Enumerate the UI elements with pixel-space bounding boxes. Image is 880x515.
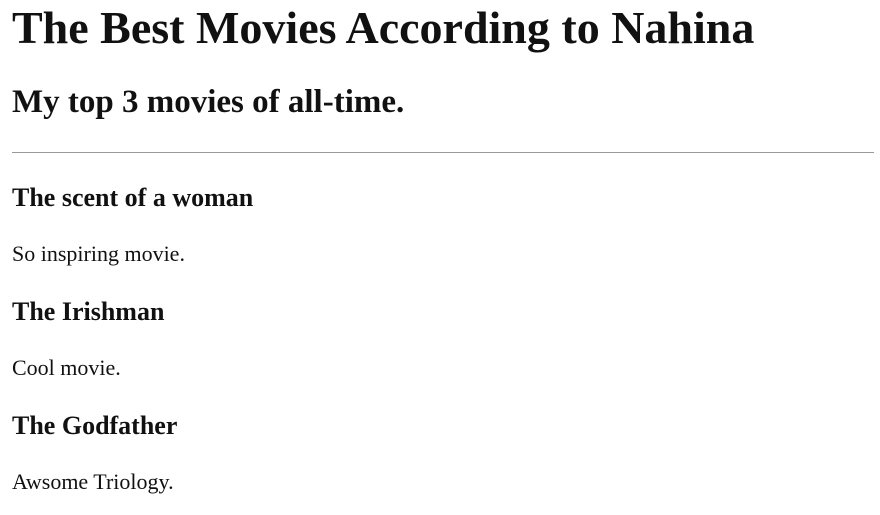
movie-item-3: The Godfather Awsome Triology. xyxy=(12,411,874,495)
page: The Best Movies According to Nahina My t… xyxy=(0,0,880,515)
page-title: The Best Movies According to Nahina xyxy=(12,2,755,53)
movie-title: The scent of a woman xyxy=(12,183,254,212)
movie-description: Awsome Triology. xyxy=(12,469,174,494)
movie-title: The Godfather xyxy=(12,411,178,440)
movie-item-1: The scent of a woman So inspiring movie. xyxy=(12,183,874,267)
movie-title: The Irishman xyxy=(12,297,165,326)
divider xyxy=(12,152,874,153)
movie-item-2: The Irishman Cool movie. xyxy=(12,297,874,381)
movie-description: So inspiring movie. xyxy=(12,241,185,266)
page-subtitle: My top 3 movies of all-time. xyxy=(12,84,405,120)
movie-description: Cool movie. xyxy=(12,355,121,380)
